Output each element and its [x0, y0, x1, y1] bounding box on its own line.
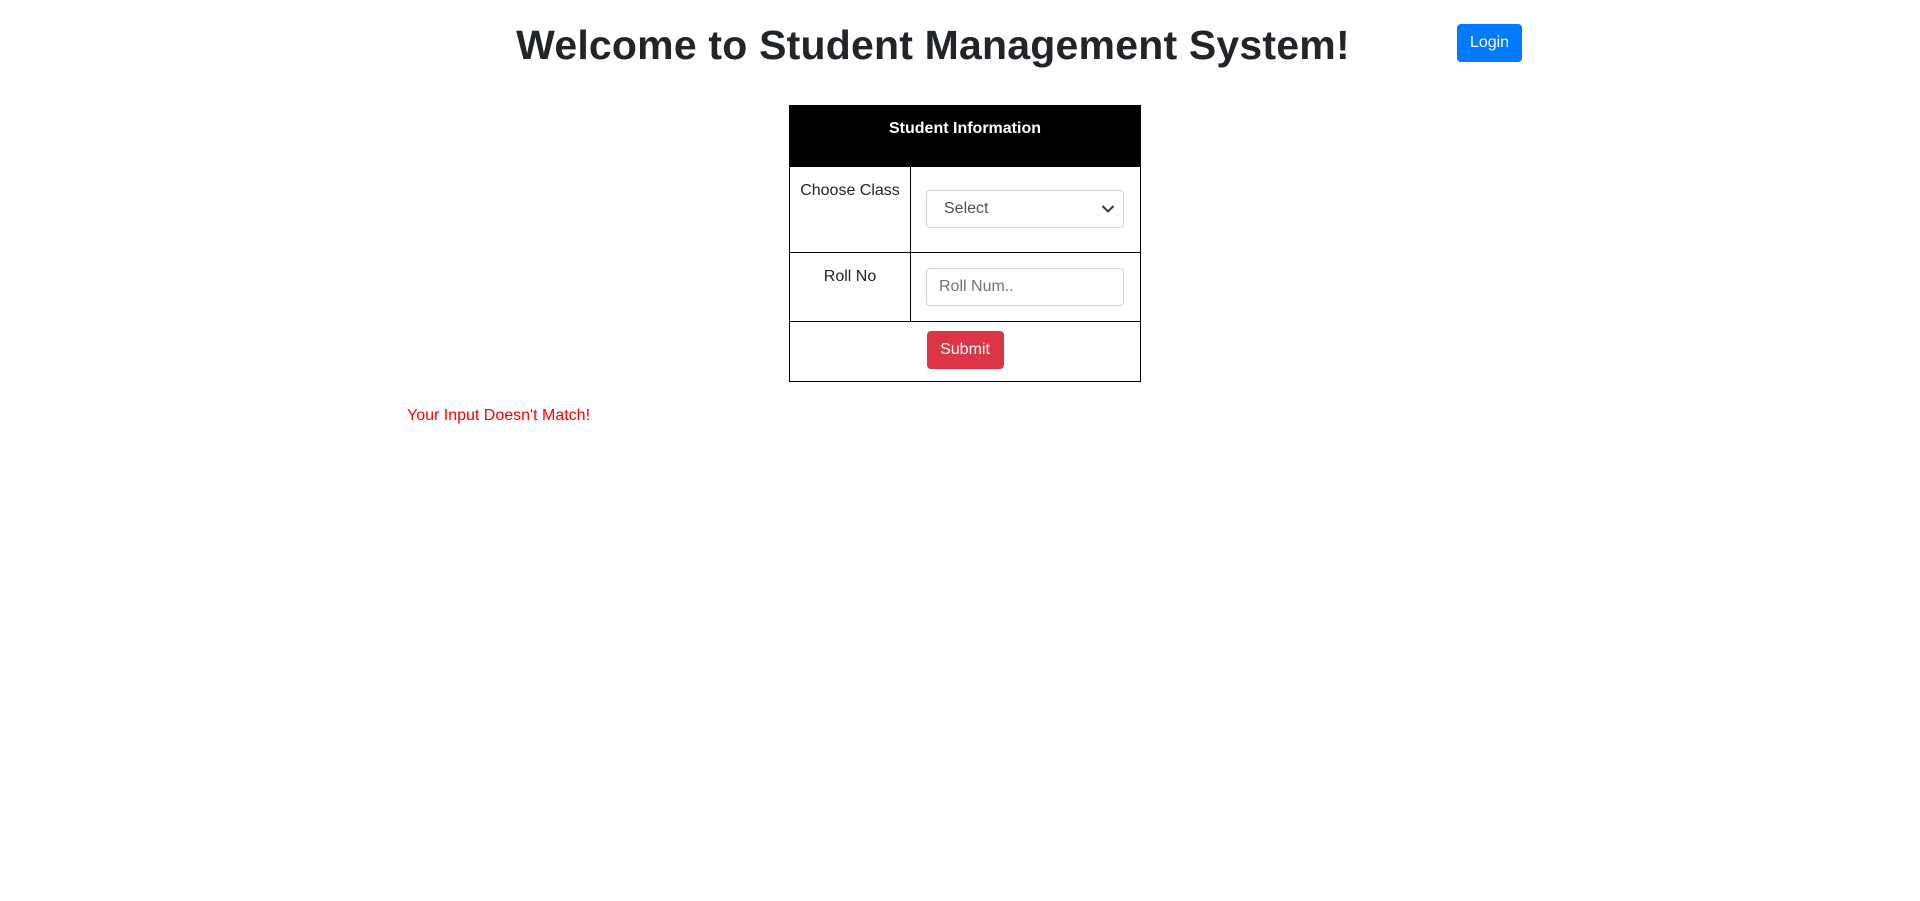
error-message: Your Input Doesn't Match!	[407, 407, 591, 424]
page-title: Welcome to Student Management System!	[516, 22, 1350, 68]
submit-button[interactable]: Submit	[926, 331, 1004, 369]
chevron-down-icon	[1101, 202, 1115, 216]
class-label: Choose Class	[789, 166, 911, 253]
submit-row: Submit	[789, 321, 1141, 382]
class-row: Choose Class Select	[789, 166, 1141, 253]
class-select[interactable]: Select	[926, 190, 1124, 228]
login-button[interactable]: Login	[1457, 24, 1522, 62]
roll-number-input[interactable]	[926, 268, 1124, 306]
student-info-table: Student Information Choose Class Select	[789, 105, 1141, 382]
table-heading: Student Information	[789, 105, 1141, 167]
page: Welcome to Student Management System! Lo…	[0, 0, 1920, 901]
roll-row: Roll No	[789, 252, 1141, 322]
roll-label: Roll No	[789, 252, 911, 322]
class-select-value: Select	[944, 200, 989, 217]
